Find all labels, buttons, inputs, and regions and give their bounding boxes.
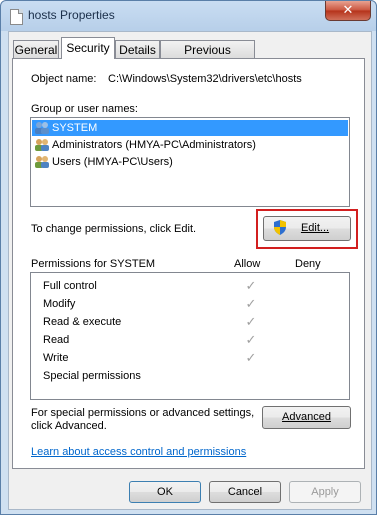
permissions-header: Permissions for SYSTEM [31, 258, 156, 270]
allow-check-icon: ✓ [245, 332, 257, 347]
list-item-system[interactable]: SYSTEM [32, 120, 348, 136]
edit-button-label: Edit... [300, 222, 330, 234]
list-item-label: Users (HMYA-PC\Users) [52, 156, 173, 168]
dialog-client-area: General Security Details Previous Versio… [8, 31, 372, 510]
title-bar[interactable]: hosts Properties ✕ [1, 1, 376, 31]
user-group-icon [35, 139, 49, 151]
access-control-help-link[interactable]: Learn about access control and permissio… [31, 446, 246, 458]
allow-check-icon: ✓ [245, 296, 257, 311]
object-name-label: Object name: [31, 73, 97, 85]
object-name-value: C:\Windows\System32\drivers\etc\hosts [108, 73, 302, 85]
allow-check-icon: ✓ [245, 314, 257, 329]
permission-full-control: Full control [43, 280, 97, 292]
permission-read-execute: Read & execute [43, 316, 122, 328]
uac-shield-icon [274, 220, 286, 235]
list-item-users[interactable]: Users (HMYA-PC\Users) [32, 154, 348, 170]
tab-general[interactable]: General [13, 40, 59, 58]
permission-write: Write [43, 352, 69, 364]
list-item-administrators[interactable]: Administrators (HMYA-PC\Administrators) [32, 137, 348, 153]
allow-column-header: Allow [234, 258, 261, 270]
security-panel: Object name: C:\Windows\System32\drivers… [12, 58, 365, 469]
group-names-label: Group or user names: [31, 103, 138, 115]
cancel-button[interactable]: Cancel [209, 481, 281, 503]
properties-window: hosts Properties ✕ General Security Deta… [0, 0, 377, 515]
permissions-list[interactable]: Full control ✓ Modify ✓ Read & execute ✓… [30, 272, 350, 400]
edit-button[interactable]: Edit... [263, 216, 351, 241]
tab-security[interactable]: Security [61, 37, 115, 59]
tab-details[interactable]: Details [115, 40, 160, 58]
permission-special: Special permissions [43, 370, 141, 382]
user-group-icon [35, 156, 49, 168]
permission-modify: Modify [43, 298, 76, 310]
apply-button[interactable]: Apply [289, 481, 361, 503]
advanced-help-text-line2: click Advanced. [31, 420, 107, 432]
advanced-button-label: Advanced [282, 411, 331, 423]
deny-column-header: Deny [295, 258, 321, 270]
ok-button[interactable]: OK [129, 481, 201, 503]
tab-previous-versions[interactable]: Previous Versions [160, 40, 255, 75]
allow-check-icon: ✓ [245, 350, 257, 365]
window-title: hosts Properties [28, 8, 115, 22]
file-icon [10, 9, 23, 25]
list-item-label: SYSTEM [52, 122, 98, 134]
permission-read: Read [43, 334, 70, 346]
user-list[interactable]: SYSTEM Administrators (HMYA-PC\Administr… [30, 117, 350, 207]
close-button[interactable]: ✕ [325, 1, 371, 21]
change-permissions-text: To change permissions, click Edit. [31, 223, 197, 235]
user-group-icon [35, 122, 49, 134]
list-item-label: Administrators (HMYA-PC\Administrators) [52, 139, 256, 151]
allow-check-icon: ✓ [245, 278, 257, 293]
advanced-help-text-line1: For special permissions or advanced sett… [31, 407, 255, 419]
advanced-button[interactable]: Advanced [262, 406, 351, 429]
